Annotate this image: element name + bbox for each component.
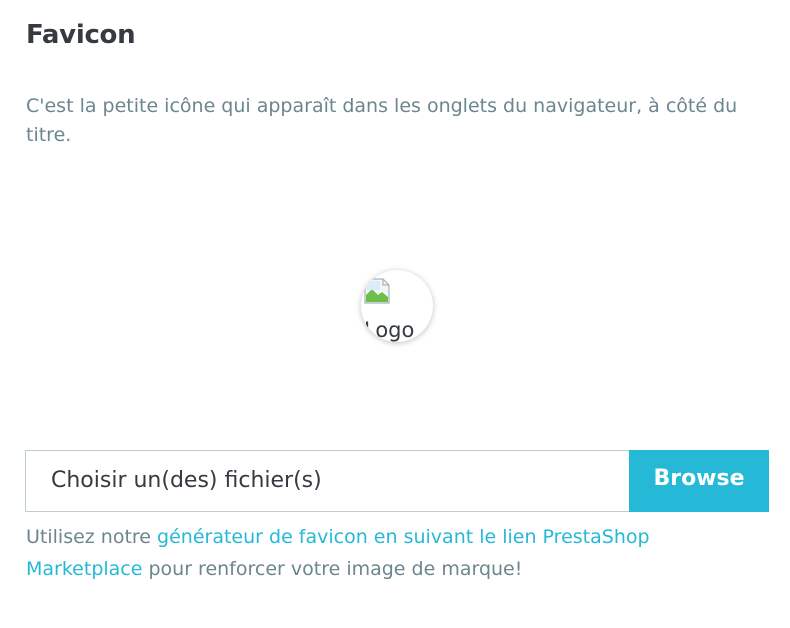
browse-button[interactable]: Browse: [629, 450, 769, 512]
help-text: Utilisez notre générateur de favicon en …: [26, 521, 756, 585]
help-suffix: pour renforcer votre image de marque!: [142, 558, 523, 580]
section-description: C'est la petite icône qui apparaît dans …: [26, 95, 738, 146]
favicon-preview: Logo: [361, 270, 433, 342]
file-upload-control[interactable]: Choisir un(des) fichier(s) Browse: [25, 450, 769, 512]
preview-image: Logo: [364, 276, 430, 342]
help-prefix: Utilisez notre: [26, 526, 158, 548]
preview-alt-text: Logo: [364, 318, 415, 342]
broken-image-icon: [364, 278, 392, 304]
file-name-field[interactable]: Choisir un(des) fichier(s): [25, 450, 629, 512]
section-title: Favicon: [26, 20, 136, 50]
